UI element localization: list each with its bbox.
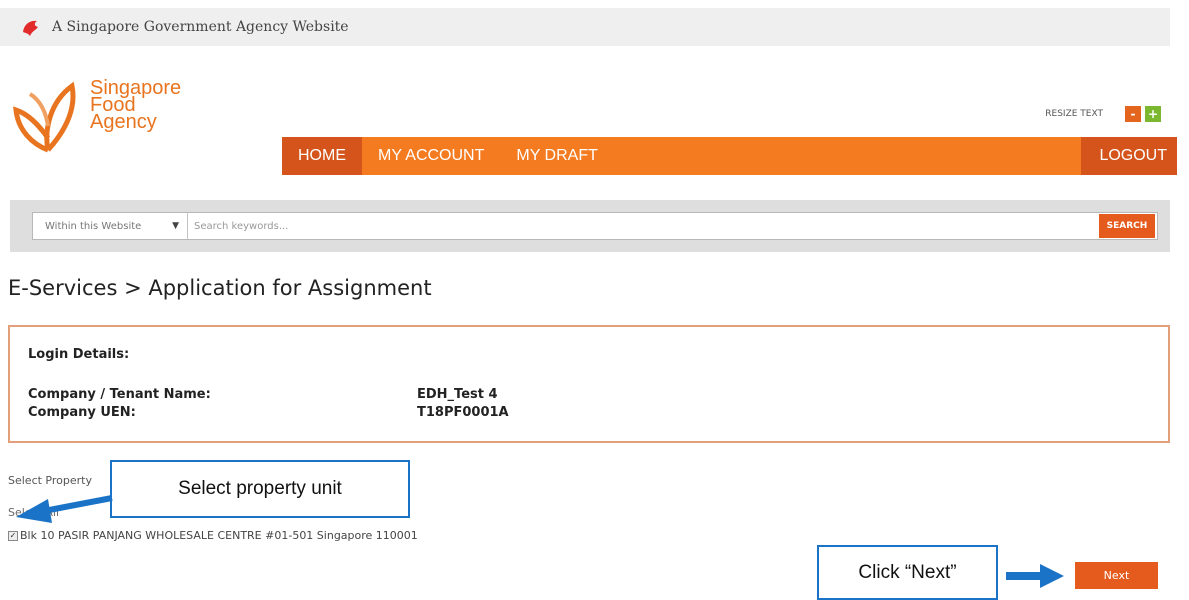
arrow-right-icon [1006,564,1064,588]
search-button[interactable]: SEARCH [1099,214,1155,238]
select-property-label: Select Property [8,474,92,487]
login-details-panel: Login Details: Company / Tenant Name: ED… [8,325,1170,443]
main-nav: HOME MY ACCOUNT MY DRAFT LOGOUT [282,137,1177,175]
lion-icon [23,20,38,36]
agency-leaf-icon [13,81,76,153]
search-box: Within this Website ▼ SEARCH [32,212,1158,240]
resize-text-controls: RESIZE TEXT - + [1045,106,1161,122]
callout-click-next-text: Click “Next” [858,561,957,583]
company-uen-label: Company UEN: [28,405,136,420]
callout-select-unit-text: Select property unit [178,478,342,499]
property-unit-label: Blk 10 PASIR PANJANG WHOLESALE CENTRE #0… [20,529,418,542]
search-bar: Within this Website ▼ SEARCH [10,200,1170,252]
callout-click-next: Click “Next” [817,545,998,600]
nav-my-draft[interactable]: MY DRAFT [500,137,613,175]
increase-text-button[interactable]: + [1145,106,1161,122]
search-scope-value: Within this Website [45,220,142,232]
nav-my-account[interactable]: MY ACCOUNT [362,137,500,175]
company-name-label: Company / Tenant Name: [28,387,211,402]
nav-home[interactable]: HOME [282,137,362,175]
search-input[interactable] [188,213,1099,239]
agency-logo[interactable]: Singapore Food Agency [10,74,210,154]
login-details-heading: Login Details: [28,347,130,362]
callout-select-unit: Select property unit [110,460,410,518]
gov-banner: A Singapore Government Agency Website [0,8,1170,46]
caret-down-icon: ▼ [172,221,179,231]
decrease-text-button[interactable]: - [1125,106,1141,122]
arrow-left-icon [16,495,113,523]
gov-banner-text: A Singapore Government Agency Website [52,19,349,35]
resize-text-label: RESIZE TEXT [1045,109,1103,119]
nav-logout[interactable]: LOGOUT [1081,137,1177,175]
logo-line-3: Agency [90,111,157,133]
search-scope-select[interactable]: Within this Website ▼ [33,213,188,239]
page-title: E-Services > Application for Assignment [8,276,432,300]
company-name-value: EDH_Test 4 [417,387,498,402]
property-unit-row[interactable]: ✓ Blk 10 PASIR PANJANG WHOLESALE CENTRE … [8,529,418,542]
company-uen-value: T18PF0001A [417,405,509,420]
property-unit-checkbox[interactable]: ✓ [8,530,18,541]
next-button[interactable]: Next [1075,562,1158,589]
